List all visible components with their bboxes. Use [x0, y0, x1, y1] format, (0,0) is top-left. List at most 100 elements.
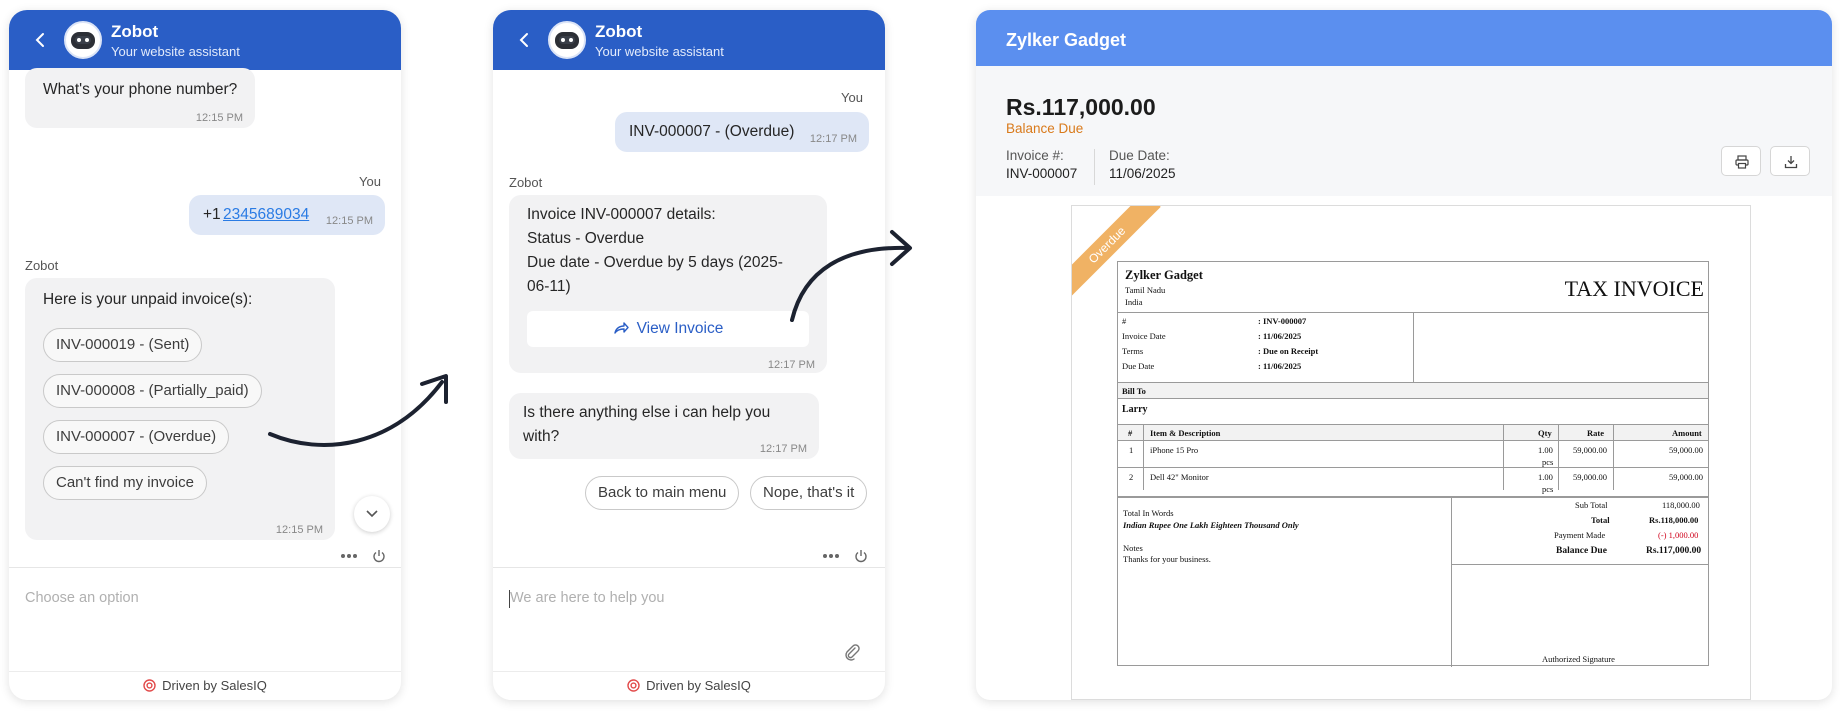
divider: [1413, 312, 1414, 382]
divider: [1118, 440, 1708, 441]
message-text: Here is your unpaid invoice(s):: [43, 291, 253, 308]
phone-link[interactable]: 2345689034: [223, 203, 309, 227]
salesiq-logo-icon: [627, 679, 640, 692]
back-arrow-icon[interactable]: [515, 30, 535, 50]
field-label-number: #: [1122, 316, 1127, 326]
balance-amount: Rs.117,000.00: [1006, 94, 1156, 120]
payment-made-label: Payment Made: [1554, 530, 1606, 540]
footer-text: Driven by SalesIQ: [162, 678, 267, 693]
nope-thats-it-button[interactable]: Nope, that's it: [750, 476, 868, 510]
paperclip-icon[interactable]: [843, 643, 861, 661]
user-message-phone: +1 2345689034 12:15 PM: [189, 195, 385, 235]
item-1-description: iPhone 15 Pro: [1150, 445, 1199, 455]
salesiq-logo-icon: [143, 679, 156, 692]
invoice-number: INV-000007: [1006, 166, 1078, 181]
bot-subtitle: Your website assistant: [595, 44, 724, 59]
invoice-header: Zylker Gadget: [976, 10, 1832, 66]
bot-message-invoice-details: Invoice INV-000007 details: Status - Ove…: [509, 195, 827, 373]
option-cant-find-invoice[interactable]: Can't find my invoice: [43, 466, 207, 500]
bot-name: Zobot: [595, 22, 643, 41]
message-text: What's your phone number?: [43, 81, 238, 98]
bot-avatar: [548, 21, 586, 59]
details-line-2: Status - Overdue: [527, 230, 645, 247]
help-line-2: with?: [523, 428, 560, 445]
sender-label-bot: Zobot: [509, 175, 543, 190]
field-value-terms: : Due on Receipt: [1258, 346, 1319, 356]
sender-label-you: You: [359, 174, 381, 189]
balance-due-value: Rs.117,000.00: [1646, 546, 1702, 556]
col-amount: Amount: [1672, 428, 1702, 438]
divider: [1118, 398, 1708, 399]
bill-to-name: Larry: [1122, 404, 1148, 415]
divider: [1503, 424, 1504, 490]
sub-total-value: 118,000.00: [1662, 500, 1700, 510]
scroll-down-button[interactable]: [354, 496, 390, 532]
sender-label-you: You: [841, 90, 863, 105]
sub-total-label: Sub Total: [1575, 500, 1608, 510]
bot-message-help: Is there anything else i can help you wi…: [509, 393, 819, 459]
view-invoice-label: View Invoice: [636, 320, 724, 337]
invoice-viewer: Zylker Gadget Rs.117,000.00 Balance Due …: [976, 10, 1832, 700]
power-icon[interactable]: [854, 549, 868, 563]
composer-input[interactable]: Choose an option: [25, 590, 139, 606]
doc-company: Zylker Gadget: [1125, 268, 1203, 282]
item-2-number: 2: [1129, 472, 1134, 482]
bot-name: Zobot: [111, 22, 159, 41]
more-options-icon[interactable]: [340, 553, 358, 559]
invoice-summary: Rs.117,000.00 Balance Due Invoice #: INV…: [976, 66, 1832, 196]
download-icon: [1784, 156, 1798, 169]
bot-subtitle: Your website assistant: [111, 44, 240, 59]
due-date-label: Due Date:: [1109, 148, 1170, 163]
help-line-1: Is there anything else i can help you: [523, 404, 771, 421]
col-qty: Qty: [1538, 428, 1552, 438]
footer-divider: [493, 671, 885, 672]
item-2-amount: 59,000.00: [1669, 472, 1703, 482]
total-in-words-label: Total In Words: [1123, 508, 1174, 518]
power-icon[interactable]: [372, 549, 386, 563]
due-date: 11/06/2025: [1109, 166, 1176, 181]
field-value-due-date: : 11/06/2025: [1258, 361, 1302, 371]
divider: [1613, 424, 1614, 490]
print-button[interactable]: [1721, 146, 1761, 176]
item-1-number: 1: [1129, 445, 1134, 455]
share-arrow-icon: [613, 322, 629, 334]
item-1-amount: 59,000.00: [1669, 445, 1703, 455]
phone-prefix: +1: [203, 206, 221, 223]
back-to-main-menu-button[interactable]: Back to main menu: [585, 476, 740, 510]
footer-divider: [9, 671, 401, 672]
more-options-icon[interactable]: [822, 553, 840, 559]
divider: [1143, 424, 1144, 490]
notes-text: Thanks for your business.: [1123, 554, 1211, 564]
back-arrow-icon[interactable]: [31, 30, 51, 50]
total-label: Total: [1591, 515, 1610, 525]
col-number: #: [1128, 428, 1133, 438]
item-2-unit: pcs: [1542, 484, 1554, 494]
item-1-qty: 1.00: [1538, 445, 1553, 455]
composer-input[interactable]: We are here to help you: [510, 590, 665, 606]
col-rate: Rate: [1587, 428, 1604, 438]
doc-address-2: India: [1125, 297, 1143, 307]
message-time: 12:17 PM: [759, 443, 807, 455]
bot-avatar: [64, 21, 102, 59]
chat-header: Zobot Your website assistant: [9, 10, 401, 70]
option-inv-000008[interactable]: INV-000008 - (Partially_paid): [43, 374, 262, 408]
divider: [1118, 467, 1708, 468]
sender-label-bot: Zobot: [25, 258, 59, 273]
user-message-selected-invoice: INV-000007 - (Overdue) 12:17 PM: [615, 112, 869, 152]
item-2-rate: 59,000.00: [1573, 472, 1607, 482]
option-inv-000019[interactable]: INV-000019 - (Sent): [43, 328, 203, 362]
balance-due-label: Balance Due: [1006, 121, 1084, 136]
divider: [1558, 424, 1559, 490]
printer-icon: [1735, 155, 1749, 169]
view-invoice-button[interactable]: View Invoice: [527, 311, 809, 347]
option-inv-000007[interactable]: INV-000007 - (Overdue): [43, 420, 230, 454]
divider: [1118, 496, 1708, 498]
field-label-invoice-date: Invoice Date: [1122, 331, 1166, 341]
message-time: 12:15 PM: [195, 112, 243, 124]
footer: Driven by SalesIQ: [9, 678, 401, 693]
download-button[interactable]: [1770, 146, 1810, 176]
chevron-down-icon: [366, 510, 378, 518]
message-time: 12:17 PM: [767, 359, 815, 371]
divider: [1452, 564, 1708, 565]
bill-to-label: Bill To: [1122, 386, 1146, 396]
